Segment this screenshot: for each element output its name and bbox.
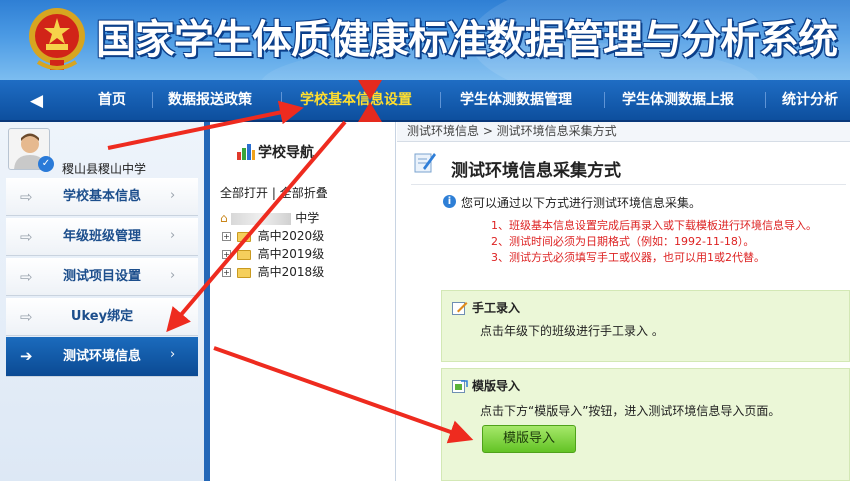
- nav-separator: [765, 92, 766, 108]
- sidebar-item-grade-class[interactable]: ⇨ 年级班级管理 ›: [6, 218, 198, 256]
- tree-title: 学校导航: [258, 145, 314, 161]
- expand-icon[interactable]: +: [222, 268, 231, 277]
- nav-school-settings[interactable]: 学校基本信息设置: [300, 80, 412, 120]
- page-title: 测试环境信息采集方式: [451, 161, 621, 181]
- school-navigation-tree: 学校导航 全部打开 | 全部折叠 ⌂ 中学 + 高中2020级 + 高中2019…: [204, 122, 396, 481]
- active-tab-marker-icon: [358, 80, 382, 122]
- nav-policy[interactable]: 数据报送政策: [168, 80, 252, 120]
- manual-entry-title: 手工录入: [472, 301, 521, 315]
- edit-icon: [452, 302, 468, 315]
- divider: [411, 184, 846, 185]
- nav-back-arrow-icon[interactable]: ◀: [30, 91, 43, 111]
- manual-entry-section: 手工录入 点击年级下的班级进行手工录入 。: [441, 290, 850, 362]
- tree-node-grade[interactable]: + 高中2018级: [222, 263, 324, 280]
- note-item: 3、测试方式必须填写手工或仪器，也可以用1或2代替。: [491, 251, 765, 264]
- bar-chart-icon: [237, 144, 255, 160]
- note-item: 1、班级基本信息设置完成后再录入或下载模板进行环境信息导入。: [491, 219, 817, 232]
- manual-entry-text: 点击年级下的班级进行手工录入 。: [480, 324, 664, 338]
- info-text: 您可以通过以下方式进行测试环境信息采集。: [461, 196, 702, 210]
- system-title: 国家学生体质健康标准数据管理与分析系统: [96, 17, 838, 63]
- nav-separator: [152, 92, 153, 108]
- template-import-section: 模版导入 点击下方“模版导入”按钮，进入测试环境信息导入页面。 模版导入: [441, 368, 850, 481]
- tree-node-label: 高中2020级: [257, 229, 325, 243]
- folder-icon: [236, 249, 251, 260]
- tree-action-separator: |: [271, 186, 280, 200]
- sidebar-item-test-items[interactable]: ⇨ 测试项目设置 ›: [6, 258, 198, 296]
- tree-node-grade[interactable]: + 高中2019级: [222, 245, 324, 262]
- notes-list: 1、班级基本信息设置完成后再录入或下载模板进行环境信息导入。 2、测试时间必须为…: [491, 218, 817, 266]
- template-import-title: 模版导入: [472, 379, 521, 393]
- redacted-school-name: [231, 212, 292, 225]
- note-item: 2、测试时间必须为日期格式（例如：1992-11-18）。: [491, 235, 755, 248]
- user-profile: ✓ 稷山县稷山中学: [0, 122, 204, 176]
- folder-icon: [236, 267, 251, 278]
- tree-root-node[interactable]: ⌂ 中学: [220, 209, 319, 226]
- sidebar-item-label: Ukey绑定: [70, 309, 134, 324]
- tree-node-label: 高中2019级: [257, 247, 325, 261]
- nav-separator: [604, 92, 605, 108]
- chevron-right-icon: ›: [170, 228, 176, 243]
- nav-data-upload[interactable]: 学生体测数据上报: [622, 80, 734, 120]
- main-content: 测试环境信息 > 测试环境信息采集方式 测试环境信息采集方式 i 您可以通过以下…: [397, 122, 850, 481]
- left-sidebar: ✓ 稷山县稷山中学 ⇨ 学校基本信息 › ⇨ 年级班级管理 › ⇨ 测试项目设置…: [0, 122, 204, 481]
- national-emblem-icon: [29, 8, 85, 70]
- expand-all-link[interactable]: 全部打开: [220, 186, 268, 200]
- collapse-all-link[interactable]: 全部折叠: [280, 186, 328, 200]
- info-icon: i: [443, 195, 456, 208]
- expand-icon[interactable]: +: [222, 250, 231, 259]
- verified-check-icon: ✓: [38, 156, 54, 172]
- tree-node-grade[interactable]: + 高中2020级: [222, 227, 324, 244]
- nav-statistics[interactable]: 统计分析: [782, 80, 838, 120]
- breadcrumb: 测试环境信息 > 测试环境信息采集方式: [397, 122, 850, 142]
- import-icon: [452, 380, 468, 393]
- school-name: 稷山县稷山中学: [62, 162, 147, 176]
- home-icon: ⌂: [220, 211, 228, 225]
- sidebar-item-school-info[interactable]: ⇨ 学校基本信息 ›: [6, 178, 198, 216]
- sidebar-item-test-environment[interactable]: ➔ 测试环境信息 ›: [6, 337, 198, 377]
- nav-home[interactable]: 首页: [98, 80, 126, 120]
- nav-data-management[interactable]: 学生体测数据管理: [460, 80, 572, 120]
- header-banner: 国家学生体质健康标准数据管理与分析系统: [0, 0, 850, 80]
- edit-document-icon: [414, 153, 436, 173]
- nav-separator: [440, 92, 441, 108]
- chevron-right-icon: ›: [170, 188, 176, 203]
- template-import-button[interactable]: 模版导入: [482, 425, 576, 453]
- tree-actions: 全部打开 | 全部折叠: [220, 184, 328, 201]
- top-nav: ◀ 首页 数据报送政策 学校基本信息设置 学生体测数据管理 学生体测数据上报 统…: [0, 80, 850, 122]
- template-import-text: 点击下方“模版导入”按钮，进入测试环境信息导入页面。: [480, 404, 781, 418]
- sidebar-item-ukey[interactable]: ⇨ Ukey绑定: [6, 298, 198, 336]
- folder-icon: [236, 231, 251, 242]
- tree-root-label: 中学: [295, 211, 320, 225]
- expand-icon[interactable]: +: [222, 232, 231, 241]
- chevron-right-icon: ›: [170, 268, 176, 283]
- nav-separator: [281, 92, 282, 108]
- chevron-right-icon: ›: [170, 347, 176, 362]
- tree-node-label: 高中2018级: [257, 265, 325, 279]
